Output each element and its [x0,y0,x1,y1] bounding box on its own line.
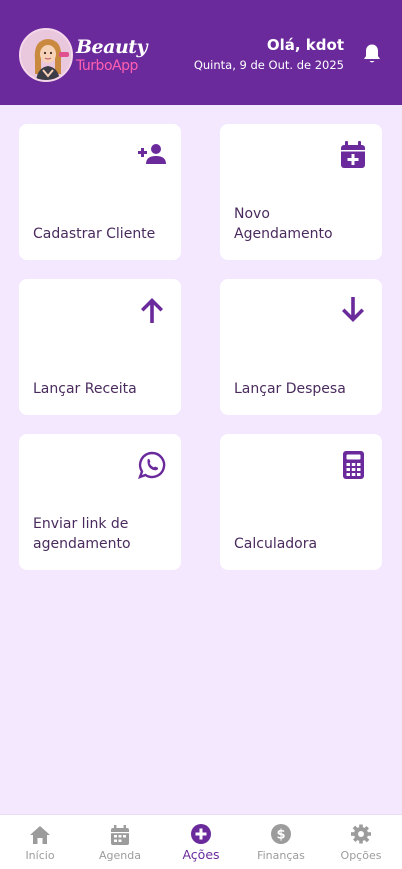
gear-icon [350,824,372,846]
action-card-add-expense[interactable]: Lançar Despesa [220,279,382,415]
home-icon [29,824,51,846]
nav-label: Agenda [99,849,141,862]
person-add-icon [137,140,167,170]
card-label: Novo Agendamento [234,206,333,242]
nav-item-finances[interactable]: $ Finanças [241,815,321,869]
brand-logo-avatar [19,28,73,82]
arrow-up-icon [137,295,167,325]
bell-icon[interactable] [362,43,382,65]
app-header: Beauty TurboApp Olá, kdot Quinta, 9 de O… [0,0,402,105]
card-label: Lançar Receita [33,381,137,397]
nav-item-agenda[interactable]: Agenda [80,815,160,869]
nav-label: Opções [340,849,382,862]
current-date: Quinta, 9 de Out. de 2025 [193,58,344,72]
calculator-icon [338,450,368,480]
greeting-text: Olá, kdot [266,36,344,54]
bottom-navigation: Início Agenda Ações $ Finanças Opções [0,814,402,869]
whatsapp-icon [137,450,167,480]
nav-label: Início [25,849,55,862]
card-label: Cadastrar Cliente [33,226,156,242]
calendar-plus-icon [338,140,368,170]
nav-item-home[interactable]: Início [0,815,80,869]
arrow-down-icon [338,295,368,325]
action-card-new-appointment[interactable]: Novo Agendamento [220,124,382,260]
plus-circle-icon [190,824,212,846]
nav-item-actions[interactable]: Ações [161,815,241,869]
nav-label: Finanças [257,849,305,862]
dollar-circle-icon: $ [270,824,292,846]
action-card-add-income[interactable]: Lançar Receita [19,279,181,415]
brand-subname: TurboApp [76,58,138,74]
card-label: Enviar link de agendamento [33,516,131,552]
svg-text:$: $ [276,828,285,843]
action-card-register-client[interactable]: Cadastrar Cliente [19,124,181,260]
nav-item-options[interactable]: Opções [321,815,401,869]
brand-name: Beauty [76,36,148,58]
nav-label: Ações [182,847,220,862]
action-card-calculator[interactable]: Calculadora [220,434,382,570]
calendar-icon [109,824,131,846]
card-label: Calculadora [234,536,318,552]
card-label: Lançar Despesa [234,381,346,397]
action-card-send-booking-link[interactable]: Enviar link de agendamento [19,434,181,570]
